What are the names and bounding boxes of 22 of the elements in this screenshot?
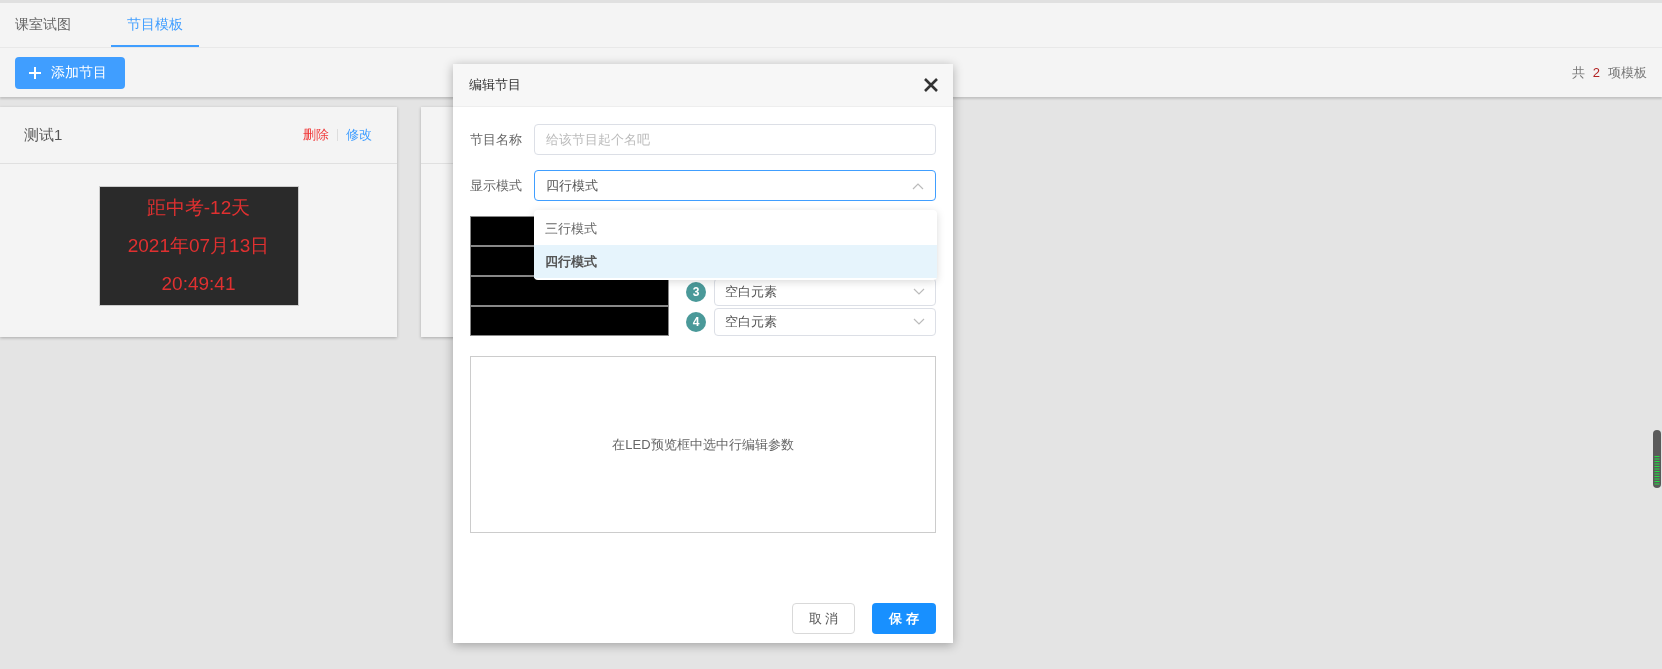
total-label: 项模板: [1608, 63, 1647, 82]
total-count: 2: [1592, 63, 1600, 82]
dropdown-option[interactable]: 三行模式: [534, 212, 937, 245]
mode-select[interactable]: 四行模式: [534, 170, 936, 201]
card-title: 测试1: [24, 124, 63, 145]
params-hint: 在LED预览框中选中行编辑参数: [612, 435, 794, 454]
name-input-field[interactable]: 给该节目起个名吧: [534, 124, 936, 155]
tab[interactable]: 课室试图: [0, 3, 111, 47]
row-number-badge: 3: [686, 281, 706, 302]
save-button[interactable]: 保 存: [872, 603, 936, 634]
dialog-title: 编辑节目: [469, 76, 521, 95]
cancel-button[interactable]: 取 消: [792, 603, 855, 634]
element-select[interactable]: 空白元素: [714, 307, 936, 336]
row-number-badge: 4: [686, 311, 706, 332]
led-text: 距中考-12天: [146, 196, 251, 220]
dropdown-option[interactable]: 四行模式: [534, 245, 937, 278]
led-text: 2021年07月13日: [127, 234, 270, 258]
card-action-link[interactable]: 删除: [303, 125, 329, 145]
led-text: 20:49:41: [161, 272, 236, 296]
field-label: 节目名称: [470, 130, 523, 149]
field-label: 显示模式: [470, 176, 523, 195]
total-label: 共: [1571, 63, 1585, 82]
